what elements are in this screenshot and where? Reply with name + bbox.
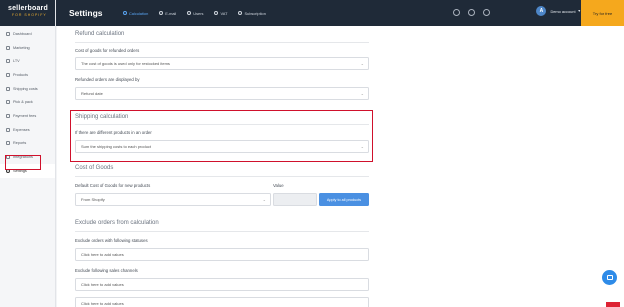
exclude-channels-input[interactable]: Click here to add values (75, 278, 369, 291)
sidebar-item-label: Products (13, 72, 28, 77)
sidebar-item-expenses[interactable]: Expenses (0, 123, 55, 137)
sidebar-item-label: Shipping costs (13, 86, 38, 91)
account-name: Demo account (550, 8, 576, 14)
try-for-free-button[interactable]: Try for free (581, 0, 624, 26)
tab-vat[interactable]: VAT (214, 0, 227, 26)
megaphone-icon (6, 45, 10, 50)
exclude-third-input[interactable]: Click here to add values (75, 297, 369, 307)
tab-label: Calculation (129, 10, 149, 16)
chat-icon (606, 275, 613, 280)
sidebar-item-label: Marketing (13, 45, 30, 50)
report-icon (6, 141, 10, 146)
settings-content: Refund calculation Cost of goods for ref… (57, 26, 624, 307)
default-cog-label: Default Cost of Goods for new products (75, 183, 151, 188)
section-title-cost-of-goods: Cost of Goods (75, 165, 114, 171)
sidebar-item-label: Payment fees (13, 113, 37, 118)
logo-subtitle: FOR SHOPIFY (12, 13, 47, 17)
chevron-down-icon: ⌄ (360, 91, 364, 96)
top-icons (453, 9, 490, 16)
sidebar-item-ltv[interactable]: LTV (0, 54, 55, 68)
sidebar-item-shipping-costs[interactable]: Shipping costs (0, 82, 55, 96)
sidebar-item-dashboard[interactable]: Dashboard (0, 27, 55, 41)
history-icon[interactable] (468, 9, 475, 16)
tab-subscription[interactable]: Subscription (238, 0, 266, 26)
refund-cogs-label: Cost of goods for refunded orders (75, 48, 140, 53)
sidebar-item-label: Pick & pack (13, 100, 33, 105)
truck-icon (6, 86, 10, 91)
wallet-icon (6, 127, 10, 132)
sidebar-item-label: Reports (13, 141, 27, 146)
input-placeholder: Click here to add values (81, 301, 124, 306)
sidebar-item-pick-pack[interactable]: Pick & pack (0, 95, 55, 109)
tab-label: VAT (220, 10, 228, 16)
select-value: From Shopify (81, 197, 105, 202)
exclude-statuses-label: Exclude orders with following statuses (75, 238, 148, 243)
account-menu[interactable]: A Demo account ▼ (536, 6, 581, 16)
users-icon (187, 11, 192, 15)
refund-display-label: Refunded orders are displayed by (75, 77, 140, 82)
sidebar: sellerboard FOR SHOPIFY Dashboard Market… (0, 0, 56, 307)
notification-icon[interactable] (483, 9, 490, 16)
sidebar-item-label: Expenses (13, 127, 30, 132)
input-placeholder: Click here to add values (81, 282, 124, 287)
brand-logo[interactable]: sellerboard FOR SHOPIFY (0, 0, 55, 26)
cog-value-input[interactable] (273, 193, 317, 206)
help-icon[interactable] (453, 9, 460, 16)
box-icon (6, 72, 10, 77)
section-title-refund: Refund calculation (75, 31, 125, 37)
dashboard-icon (6, 31, 10, 36)
value-label: Value (273, 183, 284, 188)
chevron-down-icon: ⌄ (360, 61, 364, 66)
refund-display-select[interactable]: Refund date ⌄ (75, 87, 369, 100)
calculator-icon (123, 11, 127, 15)
card-icon (6, 113, 10, 118)
sidebar-item-marketing[interactable]: Marketing (0, 41, 55, 55)
logo-text: sellerboard (8, 5, 48, 12)
package-icon (6, 100, 10, 105)
percent-icon (214, 11, 219, 15)
tab-label: E-mail (165, 10, 177, 16)
avatar: A (536, 6, 547, 16)
corner-badge (606, 302, 620, 307)
chevron-down-icon: ⌄ (262, 197, 266, 202)
app-window: sellerboard FOR SHOPIFY Dashboard Market… (0, 0, 624, 307)
sidebar-item-reports[interactable]: Reports (0, 137, 55, 151)
chat-widget-button[interactable] (602, 270, 617, 285)
refund-cogs-select[interactable]: The cost of goods is used only for resto… (75, 57, 369, 70)
tag-icon (238, 11, 243, 15)
select-value: The cost of goods is used only for resto… (81, 61, 170, 66)
exclude-channels-label: Exclude following sales channels (75, 268, 138, 273)
tab-users[interactable]: Users (187, 0, 203, 26)
sidebar-item-label: LTV (13, 59, 20, 64)
tab-label: Users (193, 10, 204, 16)
sidebar-item-products[interactable]: Products (0, 68, 55, 82)
top-bar: Settings Calculation E-mail Users VAT Su… (56, 0, 624, 26)
apply-to-all-button[interactable]: Apply to all products (319, 193, 369, 206)
tab-calculation[interactable]: Calculation (123, 0, 148, 26)
sidebar-item-payment-fees[interactable]: Payment fees (0, 109, 55, 123)
mail-icon (159, 11, 164, 15)
input-placeholder: Click here to add values (81, 252, 124, 257)
tab-email[interactable]: E-mail (159, 0, 176, 26)
chart-icon (6, 59, 10, 64)
section-title-exclude: Exclude orders from calculation (75, 220, 159, 226)
default-cog-select[interactable]: From Shopify ⌄ (75, 193, 271, 206)
sidebar-item-label: Dashboard (13, 31, 32, 36)
divider (75, 231, 369, 232)
tab-label: Subscription (244, 10, 266, 16)
highlight-box (70, 110, 373, 162)
divider (75, 42, 369, 43)
exclude-statuses-input[interactable]: Click here to add values (75, 248, 369, 261)
highlight-box (5, 155, 41, 170)
page-title: Settings (69, 8, 103, 18)
divider (75, 176, 369, 177)
select-value: Refund date (81, 91, 103, 96)
